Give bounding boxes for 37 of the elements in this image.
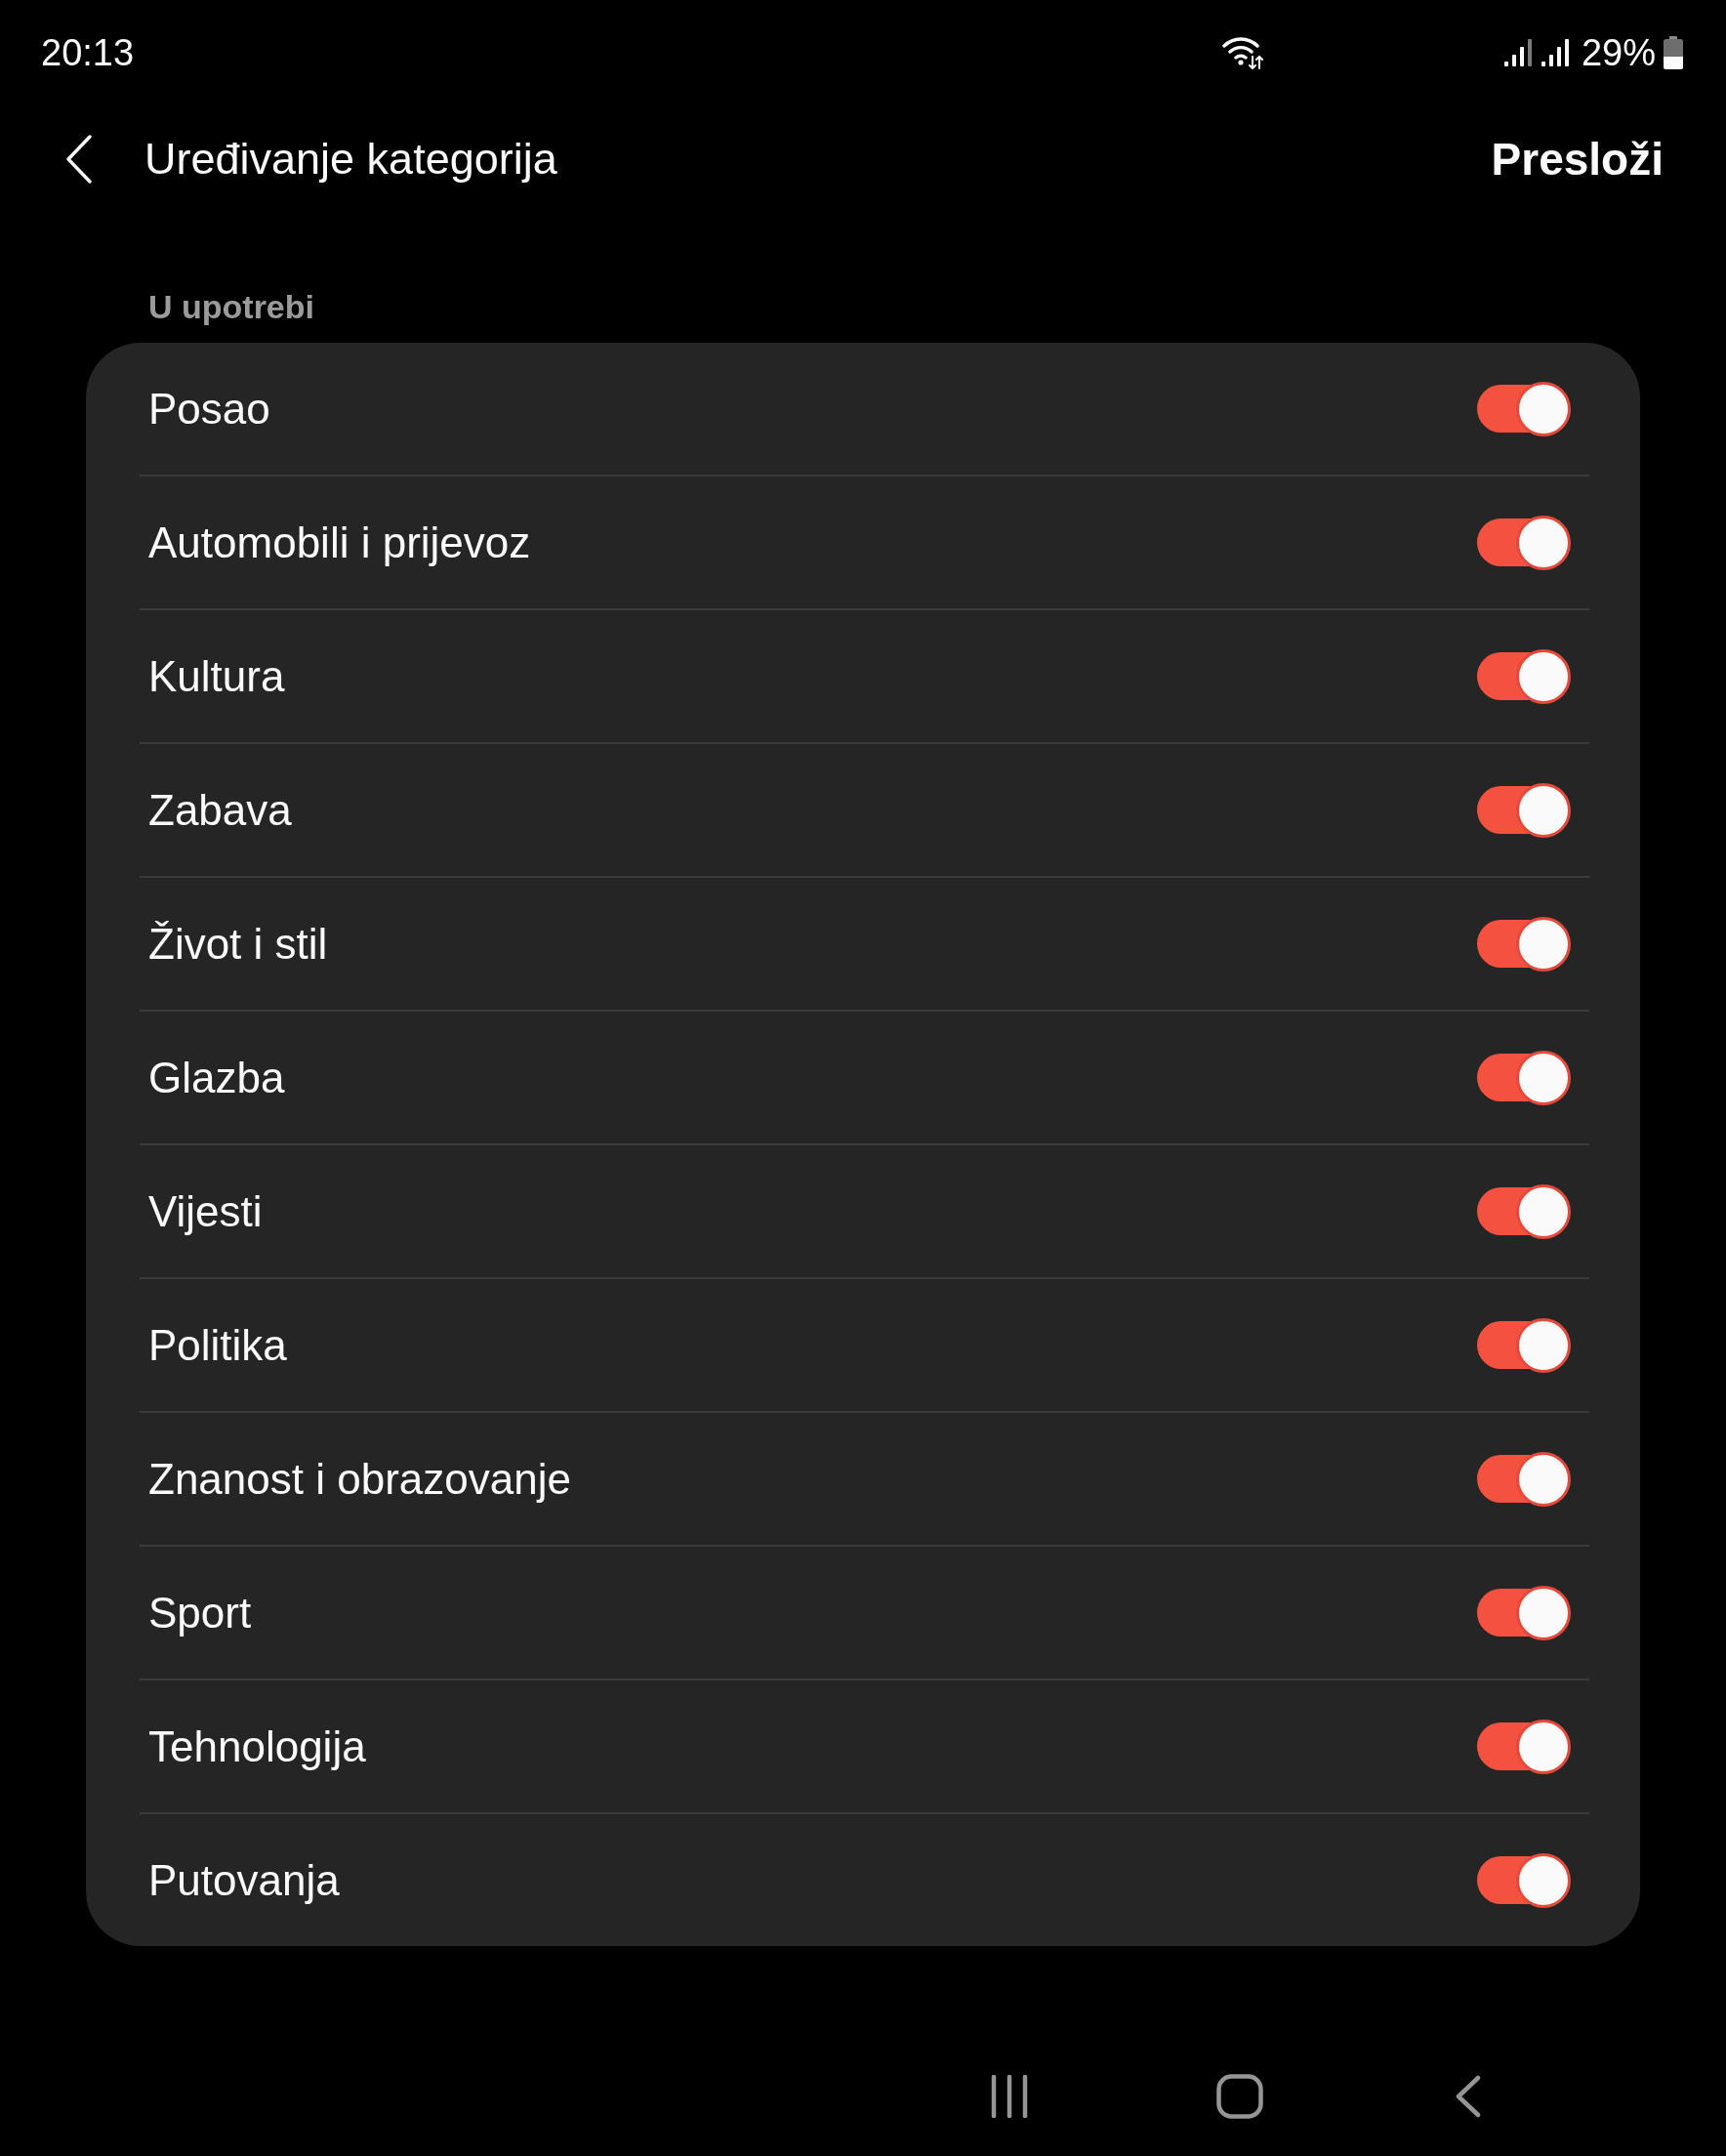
toggle-switch[interactable] bbox=[1477, 782, 1571, 838]
wifi-icon bbox=[1221, 36, 1263, 69]
back-icon[interactable] bbox=[1455, 2075, 1482, 2118]
category-label: Vijesti bbox=[148, 1185, 263, 1237]
toggle-switch[interactable] bbox=[1477, 648, 1571, 704]
category-label: Život i stil bbox=[148, 918, 328, 970]
category-label: Zabava bbox=[148, 784, 292, 836]
section-header: U upotrebi bbox=[148, 288, 314, 325]
status-time: 20:13 bbox=[41, 31, 135, 74]
toggle-switch[interactable] bbox=[1477, 1451, 1571, 1507]
category-label: Znanost i obrazovanje bbox=[148, 1453, 571, 1505]
home-icon[interactable] bbox=[1216, 2074, 1263, 2119]
category-label: Tehnologija bbox=[148, 1721, 366, 1772]
battery-icon bbox=[1664, 36, 1683, 69]
recent-apps-icon[interactable] bbox=[990, 2075, 1029, 2118]
category-label: Politika bbox=[148, 1319, 287, 1371]
category-label: Kultura bbox=[148, 650, 285, 702]
toggle-switch[interactable] bbox=[1477, 1719, 1571, 1774]
reorder-button[interactable]: Presloži bbox=[1491, 133, 1664, 186]
toggle-switch[interactable] bbox=[1477, 1585, 1571, 1640]
category-label: Sport bbox=[148, 1587, 252, 1638]
category-label: Automobili i prijevoz bbox=[148, 517, 531, 568]
toggle-switch[interactable] bbox=[1477, 1317, 1571, 1373]
page-title: Uređivanje kategorija bbox=[144, 133, 557, 186]
category-label: Posao bbox=[148, 383, 270, 435]
toggle-switch[interactable] bbox=[1477, 1183, 1571, 1239]
category-label: Glazba bbox=[148, 1052, 285, 1103]
toggle-switch[interactable] bbox=[1477, 1852, 1571, 1908]
battery-percentage: 29% bbox=[1581, 31, 1656, 74]
signal-icon bbox=[1502, 38, 1533, 67]
toggle-switch[interactable] bbox=[1477, 515, 1571, 570]
toggle-switch[interactable] bbox=[1477, 381, 1571, 436]
category-label: Putovanja bbox=[148, 1854, 340, 1906]
toggle-switch[interactable] bbox=[1477, 916, 1571, 972]
back-icon[interactable] bbox=[64, 135, 94, 184]
signal-icon bbox=[1540, 38, 1570, 67]
toggle-switch[interactable] bbox=[1477, 1050, 1571, 1105]
